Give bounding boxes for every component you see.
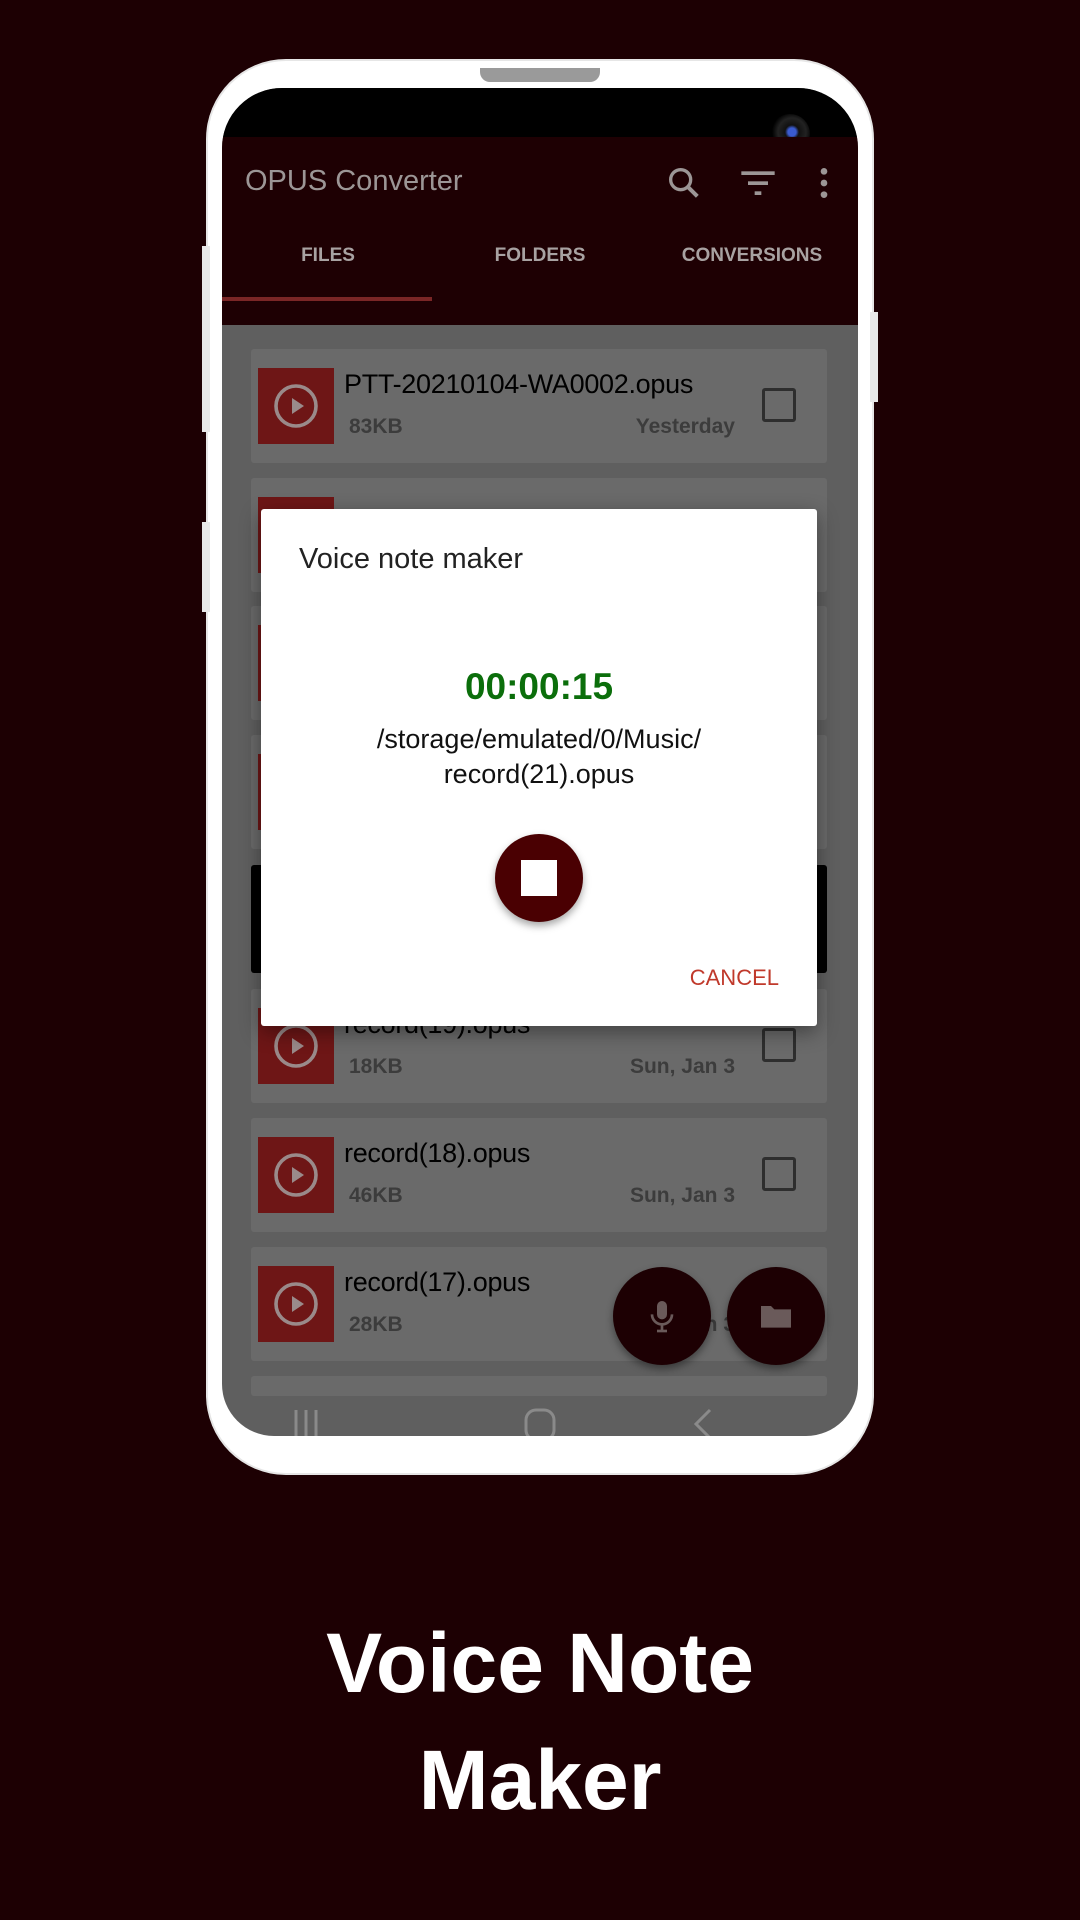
- folder-icon: [761, 1306, 791, 1328]
- file-date: Sun, Jan 3: [629, 1184, 735, 1207]
- system-nav-bar: [222, 1396, 858, 1436]
- file-date: Sun, Jan 3: [629, 1055, 735, 1078]
- voice-note-dialog: Voice note maker 00:00:15 /storage/emula…: [261, 509, 817, 1026]
- file-name: record(18).opus: [344, 1138, 531, 1168]
- play-icon: [274, 1282, 318, 1326]
- tab-folders[interactable]: FOLDERS: [434, 245, 646, 267]
- caption-line2: Maker: [418, 1733, 662, 1827]
- app-bar: OPUS Converter FILES FOLDERS CONVERSIONS: [222, 137, 858, 325]
- search-icon[interactable]: [664, 163, 704, 203]
- file-size: 46KB: [349, 1184, 403, 1207]
- play-icon: [274, 384, 318, 428]
- play-icon: [274, 1024, 318, 1068]
- select-checkbox[interactable]: [762, 388, 796, 422]
- file-path-line1: /storage/emulated/0/Music/: [376, 724, 702, 754]
- phone-side-button: [870, 312, 878, 402]
- phone-speaker: [480, 68, 600, 82]
- file-name: PTT-20210104-WA0002.opus: [344, 369, 694, 399]
- recording-timer: 00:00:15: [464, 666, 614, 707]
- app-title: OPUS Converter: [245, 165, 463, 197]
- play-button[interactable]: [258, 1266, 334, 1342]
- back-icon[interactable]: [693, 1408, 712, 1436]
- file-size: 28KB: [349, 1313, 403, 1336]
- microphone-icon: [650, 1301, 674, 1333]
- recents-icon[interactable]: [294, 1410, 318, 1436]
- play-icon: [274, 1153, 318, 1197]
- caption-line1: Voice Note: [326, 1616, 754, 1710]
- open-folder-fab[interactable]: [727, 1267, 825, 1365]
- tab-conversions[interactable]: CONVERSIONS: [646, 245, 858, 267]
- stop-recording-button[interactable]: [495, 834, 583, 922]
- select-checkbox[interactable]: [762, 1157, 796, 1191]
- stop-icon: [521, 860, 557, 896]
- phone-side-button: [202, 246, 210, 432]
- file-list-item[interactable]: PTT-20210104-WA0002.opus 83KB Yesterday: [251, 349, 827, 463]
- phone-side-button: [202, 522, 210, 612]
- status-bar: [222, 88, 858, 137]
- record-voice-fab[interactable]: [613, 1267, 711, 1365]
- cancel-button[interactable]: CANCEL: [690, 965, 779, 991]
- dialog-title: Voice note maker: [299, 543, 524, 575]
- active-tab-indicator: [222, 297, 432, 301]
- play-button[interactable]: [258, 368, 334, 444]
- tab-files[interactable]: FILES: [222, 245, 434, 267]
- file-size: 18KB: [349, 1055, 403, 1078]
- file-list-item[interactable]: record(18).opus 46KB Sun, Jan 3: [251, 1118, 827, 1232]
- file-size: 83KB: [349, 415, 403, 438]
- file-list-item[interactable]: [251, 1376, 827, 1396]
- more-vert-icon[interactable]: [804, 163, 844, 203]
- filter-icon[interactable]: [738, 163, 778, 203]
- file-path-line2: record(21).opus: [443, 759, 635, 789]
- play-button[interactable]: [258, 1137, 334, 1213]
- file-date: Yesterday: [635, 415, 735, 438]
- select-checkbox[interactable]: [762, 1028, 796, 1062]
- home-icon[interactable]: [524, 1408, 556, 1436]
- file-name: record(17).opus: [344, 1267, 531, 1297]
